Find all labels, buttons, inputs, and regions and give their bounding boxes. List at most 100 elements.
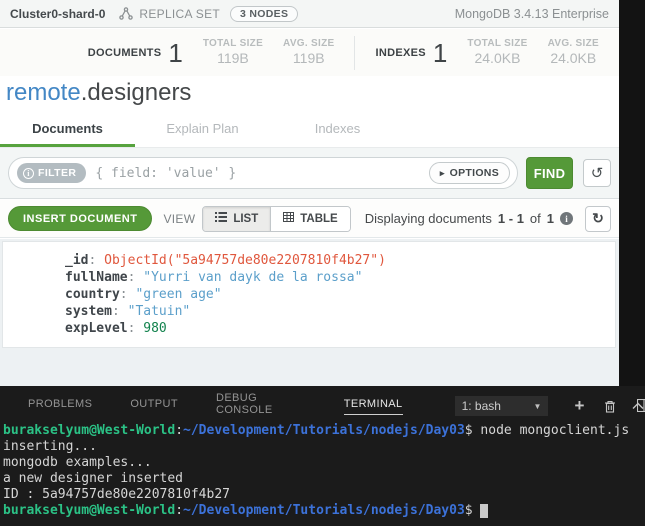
field-value: 980 xyxy=(143,321,167,336)
terminal-output[interactable]: burakselyum@West-World:~/Development/Tut… xyxy=(3,423,645,519)
options-button[interactable]: ▸ OPTIONS xyxy=(428,162,510,184)
view-table-button[interactable]: TABLE xyxy=(270,206,350,231)
kill-terminal-button[interactable] xyxy=(603,398,617,414)
stat-metric-value: 119B xyxy=(292,50,325,66)
history-icon: ↺ xyxy=(590,165,604,182)
stat-label: DOCUMENTS xyxy=(87,46,162,59)
panel-tab-output[interactable]: OUTPUT xyxy=(130,398,178,414)
document-fields: _id: ObjectId("5a94757de80e2207810f4b27"… xyxy=(3,242,615,337)
tab-explain-plan[interactable]: Explain Plan xyxy=(135,112,270,147)
new-terminal-button[interactable]: + xyxy=(572,396,586,415)
field-value: "green age" xyxy=(135,287,222,302)
document-card[interactable]: _id: ObjectId("5a94757de80e2207810f4b27"… xyxy=(2,241,616,348)
terminal-line: a new designer inserted xyxy=(3,471,645,487)
split-terminal-button[interactable] xyxy=(636,397,645,413)
query-history-button[interactable]: ↺ xyxy=(583,159,611,187)
insert-document-button[interactable]: INSERT DOCUMENT xyxy=(8,206,153,231)
terminal-line: ID : 5a94757de80e2207810f4b27 xyxy=(3,487,645,503)
document-field-row[interactable]: _id: ObjectId("5a94757de80e2207810f4b27"… xyxy=(65,252,615,269)
cluster-name: Cluster0-shard-0 xyxy=(10,6,106,21)
tab-indexes[interactable]: Indexes xyxy=(270,112,405,147)
find-button[interactable]: FIND xyxy=(526,157,573,189)
refresh-icon: ↻ xyxy=(592,210,604,226)
stat-metric: AVG. SIZE 119B xyxy=(283,38,334,68)
terminal-text: $ node mongoclient.js xyxy=(464,423,630,438)
terminal-cursor xyxy=(480,504,489,518)
field-key: fullName xyxy=(65,270,128,285)
terminal-text: burakselyum@West-World xyxy=(3,423,176,438)
panel-tab-terminal[interactable]: TERMINAL xyxy=(343,398,403,415)
filter-input[interactable]: i FILTER { field: 'value' } ▸ OPTIONS xyxy=(8,157,518,189)
terminal-text: mongodb examples... xyxy=(3,455,152,470)
stat-metric-label: AVG. SIZE xyxy=(283,37,335,49)
document-actionbar: INSERT DOCUMENT VIEW LIST TABLE Displayi… xyxy=(0,200,619,238)
cluster-topbar: Cluster0-shard-0 REPLICA SET 3 NODES Mon… xyxy=(0,0,619,28)
document-field-row[interactable]: fullName: "Yurri van dayk de la rossa" xyxy=(65,269,615,286)
vscode-panel: PROBLEMS OUTPUT DEBUG CONSOLE TERMINAL 1: b… xyxy=(0,386,645,526)
terminal-text: burakselyum@West-World xyxy=(3,503,176,518)
filter-placeholder: { field: 'value' } xyxy=(95,165,237,181)
shell-selected-value: 1: bash xyxy=(461,399,501,413)
stat-metric: AVG. SIZE 24.0KB xyxy=(548,38,599,68)
options-caret-icon: ▸ xyxy=(439,167,445,178)
view-list-label: LIST xyxy=(233,212,259,225)
replica-set-icon xyxy=(119,7,134,20)
namespace-collection: .designers xyxy=(80,79,192,106)
list-icon xyxy=(215,212,228,225)
tab-documents[interactable]: Documents xyxy=(0,112,135,147)
field-key: country xyxy=(65,287,120,302)
chevron-down-icon: ▼ xyxy=(533,401,542,411)
document-field-row[interactable]: expLevel: 980 xyxy=(65,320,615,337)
filter-bar: i FILTER { field: 'value' } ▸ OPTIONS FI… xyxy=(0,148,619,199)
terminal-text: ID : 5a94757de80e2207810f4b27 xyxy=(3,487,230,502)
view-label: VIEW xyxy=(163,211,196,226)
view-list-button[interactable]: LIST xyxy=(203,206,271,231)
terminal-text: $ xyxy=(464,503,481,518)
stat-metric: TOTAL SIZE 119B xyxy=(203,38,263,68)
namespace-db: remote xyxy=(6,79,81,106)
mongodb-version: MongoDB 3.4.13 Enterprise xyxy=(454,6,609,21)
field-value: "Tatuin" xyxy=(127,304,191,319)
stat-value: 1 xyxy=(168,37,183,68)
terminal-line: burakselyum@West-World:~/Development/Tut… xyxy=(3,423,645,439)
stat-metric-value: 24.0KB xyxy=(474,50,521,66)
collection-stats: DOCUMENTS 1 TOTAL SIZE 119B AVG. SIZE 119B IND… xyxy=(0,29,619,76)
field-key: system xyxy=(65,304,112,319)
stats-divider xyxy=(354,35,356,70)
refresh-button[interactable]: ↻ xyxy=(585,205,611,232)
filter-info-icon: i xyxy=(23,167,34,179)
terminal-line: burakselyum@West-World:~/Development/Tut… xyxy=(3,503,645,519)
document-field-row[interactable]: system: "Tatuin" xyxy=(65,303,615,320)
stat-label: INDEXES xyxy=(375,46,426,59)
info-icon[interactable]: i xyxy=(560,212,573,225)
filter-badge-label: FILTER xyxy=(38,167,77,179)
displaying-of: of xyxy=(529,211,541,226)
terminal-text: ~/Development/Tutorials/nodejs/Day03 xyxy=(183,503,465,518)
field-value: "Yurri van dayk de la rossa" xyxy=(143,270,363,285)
displaying-total: 1 xyxy=(546,211,554,226)
stat-metric-label: TOTAL SIZE xyxy=(467,37,528,49)
shell-selector[interactable]: 1: bash ▼ xyxy=(454,396,549,416)
namespace-title: remote.designers xyxy=(0,76,619,112)
terminal-text: inserting... xyxy=(3,439,97,454)
replica-set-label: REPLICA SET xyxy=(139,6,221,21)
document-field-row[interactable]: country: "green age" xyxy=(65,286,615,303)
stat-metric-label: TOTAL SIZE xyxy=(202,37,264,49)
panel-tabbar: PROBLEMS OUTPUT DEBUG CONSOLE TERMINAL 1: b… xyxy=(0,392,645,420)
view-toggle: LIST TABLE xyxy=(202,205,351,232)
panel-tab-problems[interactable]: PROBLEMS xyxy=(28,398,92,414)
filter-badge: i FILTER xyxy=(17,163,87,183)
options-label: OPTIONS xyxy=(449,167,499,179)
terminal-text: : xyxy=(175,423,184,438)
panel-tab-debug-console[interactable]: DEBUG CONSOLE xyxy=(216,392,306,420)
document-list-area: _id: ObjectId("5a94757de80e2207810f4b27"… xyxy=(0,239,619,386)
table-icon xyxy=(283,212,295,225)
stat-metric-value: 24.0KB xyxy=(550,50,597,66)
stat-metric-value: 119B xyxy=(217,50,249,66)
displaying-status: Displaying documents 1 - 1 of 1 i ↻ xyxy=(364,205,611,232)
field-key: _id xyxy=(65,253,89,268)
collection-tabbar: Documents Explain Plan Indexes xyxy=(0,112,619,148)
terminal-text: : xyxy=(175,503,184,518)
displaying-prefix: Displaying documents xyxy=(364,211,492,226)
terminal-line: mongodb examples... xyxy=(3,455,645,471)
